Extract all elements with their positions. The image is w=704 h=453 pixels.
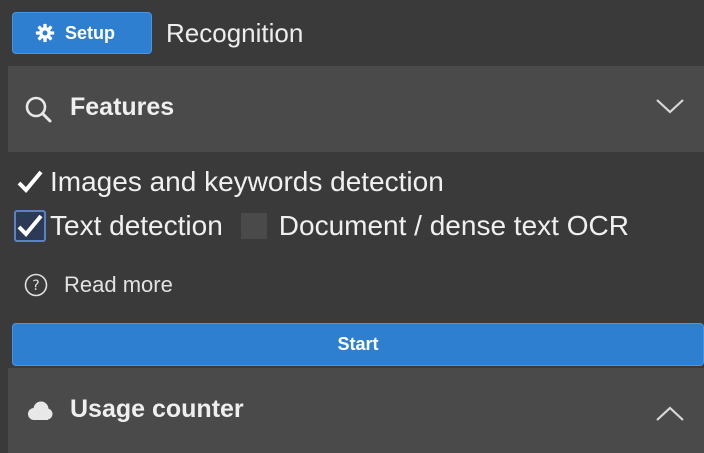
- images-keywords-label: Images and keywords detection: [50, 166, 444, 197]
- usage-counter-label: Usage counter: [70, 395, 244, 423]
- usage-counter-section-header[interactable]: Usage counter: [8, 368, 704, 453]
- chevron-up-icon[interactable]: [654, 402, 686, 426]
- checkmark-icon: [17, 214, 43, 237]
- read-more-label: Read more: [64, 272, 173, 297]
- gear-icon: [35, 23, 55, 43]
- features-section-label: Features: [70, 93, 175, 121]
- checkmark-icon: [17, 170, 43, 193]
- start-button[interactable]: Start: [12, 323, 704, 366]
- features-section-header[interactable]: Features: [8, 66, 704, 152]
- page-title: Recognition: [166, 18, 304, 48]
- cloud-icon: [28, 401, 53, 420]
- help-circle-icon: ?: [24, 273, 48, 297]
- text-detection-checkbox[interactable]: [14, 210, 46, 242]
- option-images-keywords: Images and keywords detection: [14, 166, 444, 198]
- dense-ocr-checkbox[interactable]: [240, 213, 267, 239]
- images-keywords-checkbox[interactable]: [14, 166, 46, 198]
- search-icon: [25, 96, 52, 123]
- text-detection-label: Text detection: [50, 210, 223, 241]
- recognition-panel: Setup Recognition Features Images and ke…: [0, 0, 704, 453]
- setup-button[interactable]: Setup: [12, 12, 152, 54]
- read-more-link[interactable]: ? Read more: [24, 272, 173, 298]
- svg-text:?: ?: [32, 278, 39, 294]
- chevron-down-icon[interactable]: [654, 94, 686, 118]
- setup-button-label: Setup: [65, 22, 116, 43]
- panel-header: Setup Recognition: [0, 0, 704, 66]
- option-text-row: Text detection Document / dense text OCR: [14, 210, 629, 242]
- dense-ocr-label: Document / dense text OCR: [278, 210, 629, 241]
- features-options: Images and keywords detection Text detec…: [8, 152, 704, 320]
